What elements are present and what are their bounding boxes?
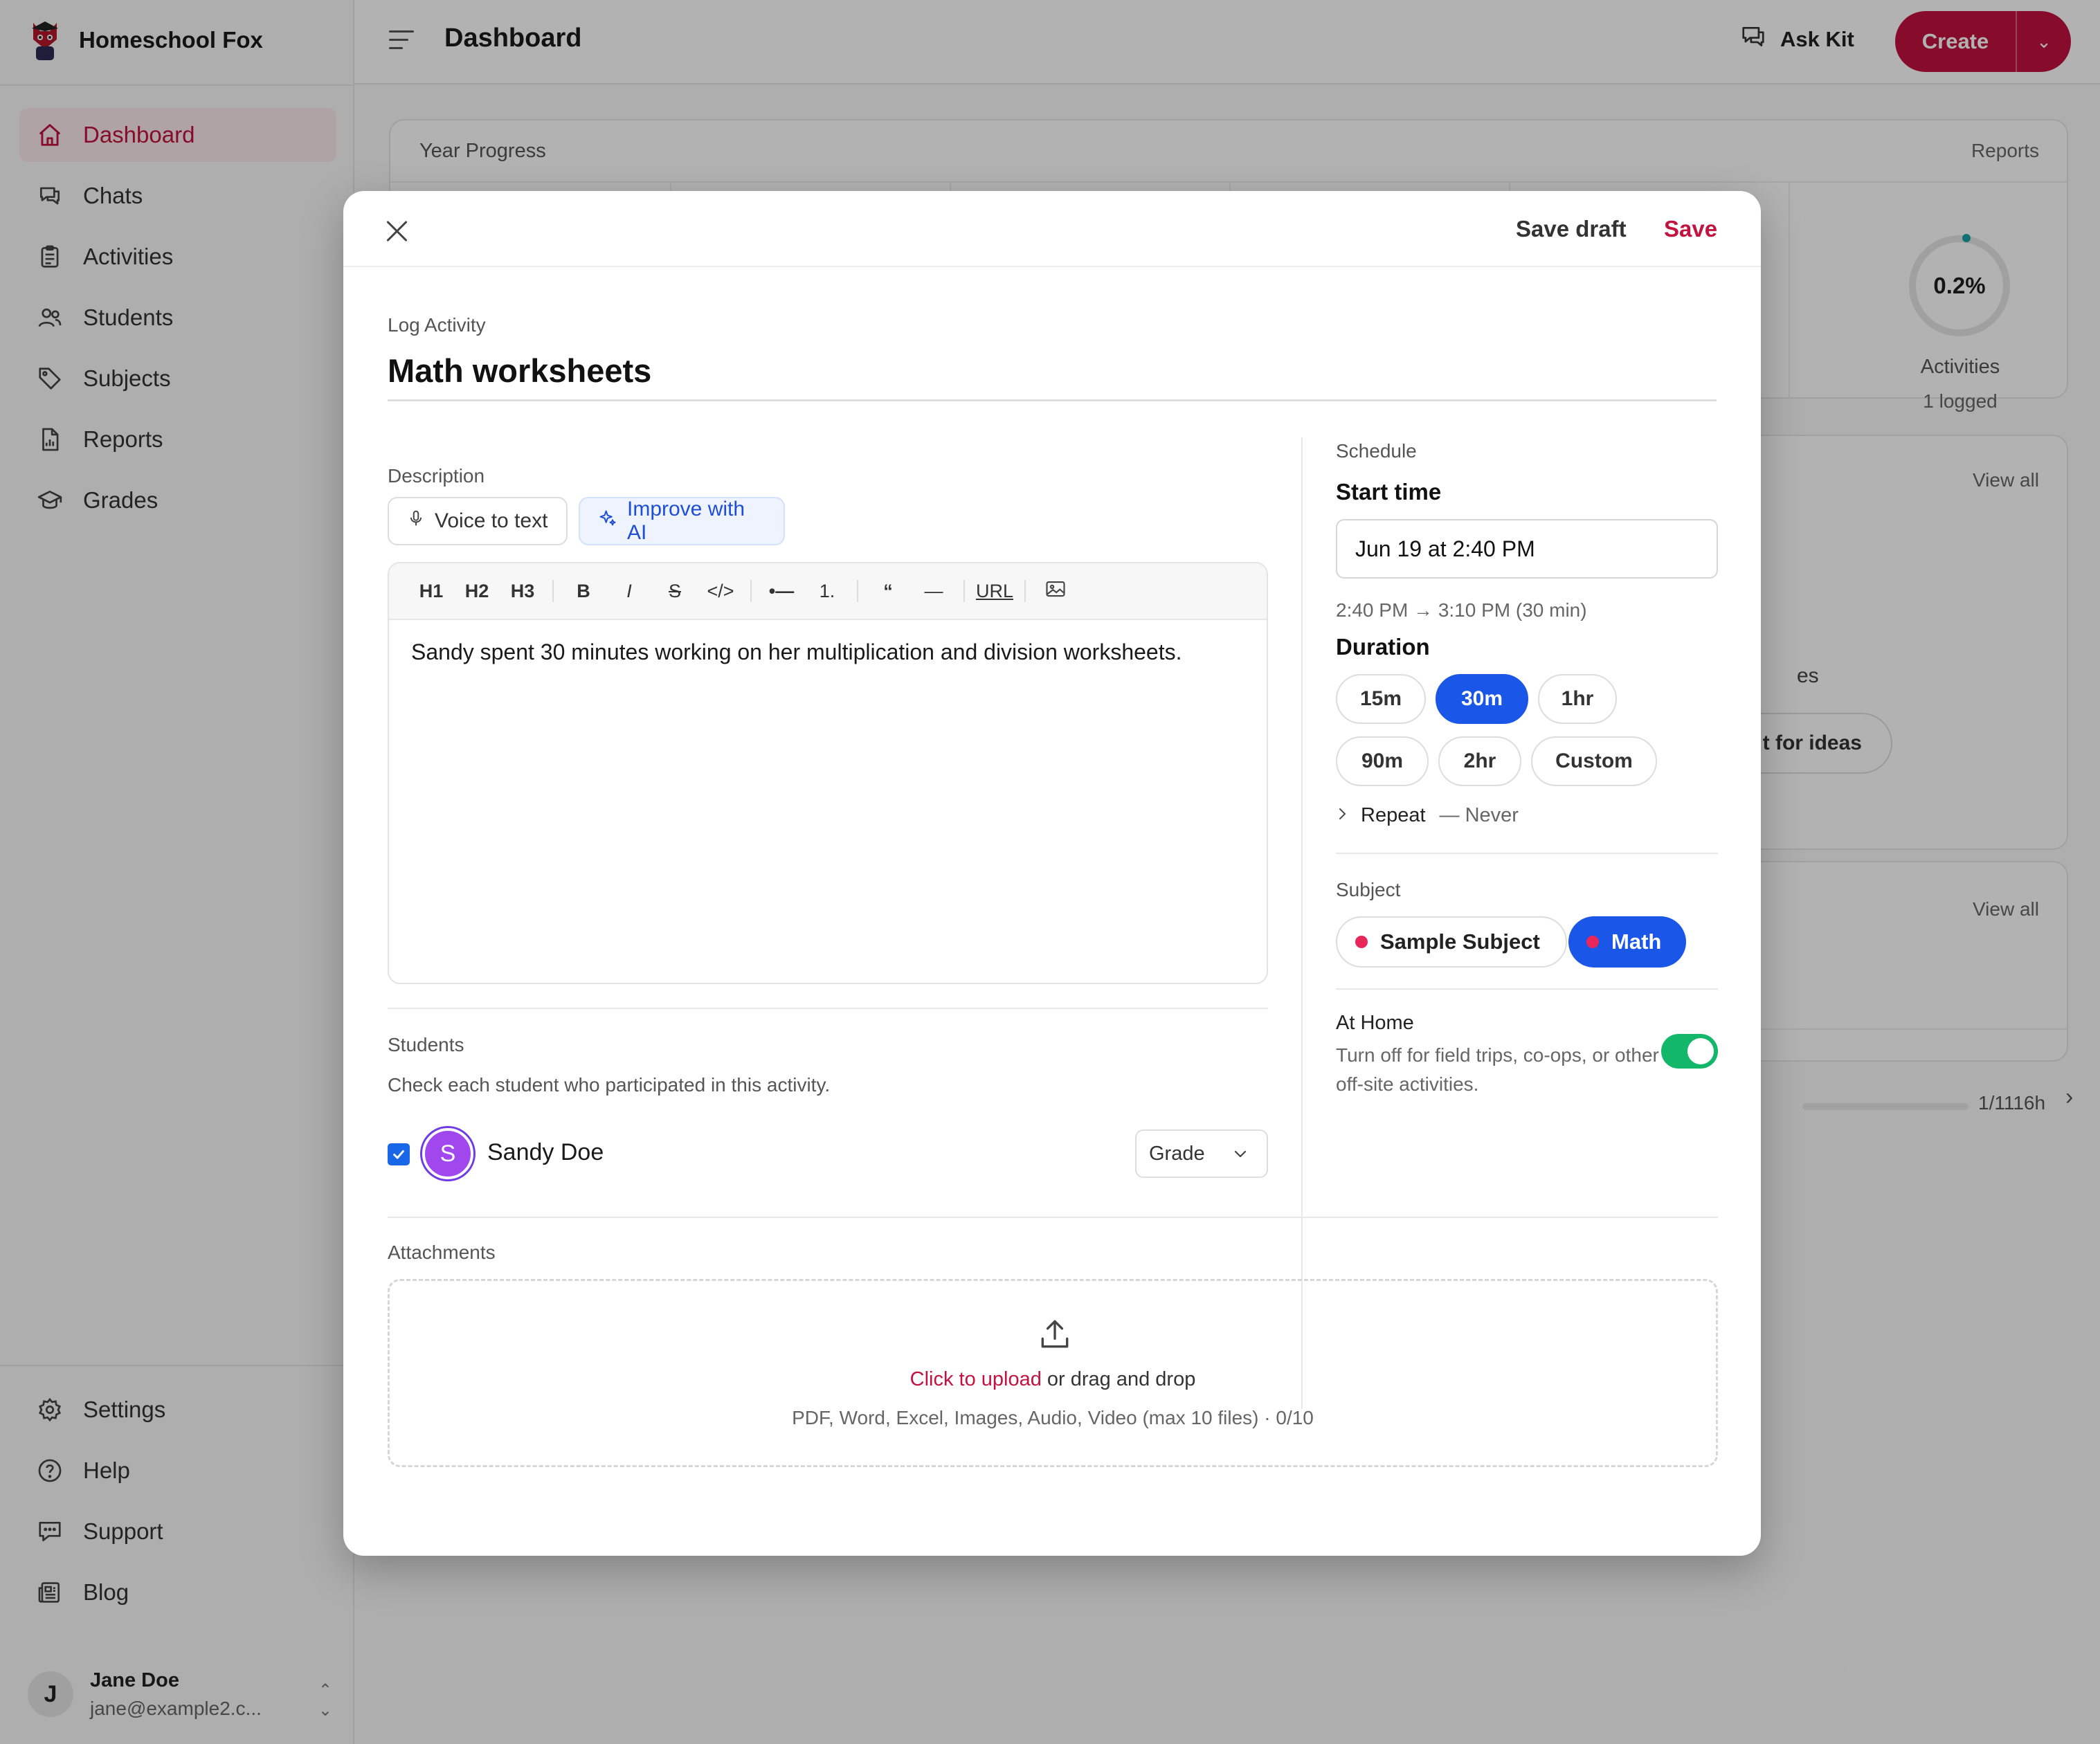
section-divider [1336, 853, 1718, 854]
duration-label: Duration [1336, 634, 1430, 660]
bold-button[interactable]: B [561, 581, 606, 602]
attachments-label: Attachments [388, 1242, 496, 1263]
upload-instructions-rest: or drag and drop [1041, 1368, 1196, 1390]
numbered-list-button[interactable]: 1. [804, 581, 850, 602]
student-name: Sandy Doe [487, 1139, 604, 1165]
at-home-help-text: Turn off for field trips, co-ops, or oth… [1336, 1044, 1659, 1095]
description-editor: H1 H2 H3 B I S </> •— 1. “ — URL Sandy s… [388, 562, 1268, 984]
horizontal-rule-button[interactable]: — [911, 581, 957, 602]
start-time-label: Start time [1336, 479, 1442, 505]
at-home-label: At Home [1336, 1012, 1414, 1034]
modal-kicker: Log Activity [388, 314, 486, 336]
heading1-button[interactable]: H1 [408, 581, 454, 602]
grade-select[interactable]: Grade [1135, 1129, 1268, 1178]
description-label: Description [388, 465, 485, 487]
link-button[interactable]: URL [972, 581, 1017, 602]
at-home-toggle[interactable] [1661, 1034, 1718, 1069]
description-text-area[interactable]: Sandy spent 30 minutes working on her mu… [389, 620, 1267, 684]
chevron-down-icon [1232, 1143, 1249, 1165]
subject-option-label: Math [1611, 929, 1662, 954]
editor-toolbar: H1 H2 H3 B I S </> •— 1. “ — URL [389, 563, 1267, 620]
repeat-toggle[interactable]: Repeat — Never [1337, 804, 1519, 827]
chevron-right-icon [1337, 804, 1347, 827]
close-icon[interactable] [383, 217, 411, 245]
code-button[interactable]: </> [698, 581, 743, 602]
toolbar-divider [1024, 580, 1026, 602]
toolbar-divider [750, 580, 752, 602]
students-label: Students [388, 1034, 464, 1055]
student-avatar: S [422, 1128, 473, 1179]
bullet-list-button[interactable]: •— [759, 581, 804, 602]
toggle-knob [1687, 1038, 1714, 1064]
duration-option-30m[interactable]: 30m [1436, 674, 1528, 724]
subject-color-dot [1355, 936, 1368, 948]
students-help-text: Check each student who participated in t… [388, 1074, 831, 1096]
improve-with-ai-label: Improve with AI [627, 498, 745, 544]
save-button[interactable]: Save [1664, 216, 1717, 242]
start-time-input[interactable]: Jun 19 at 2:40 PM [1336, 519, 1718, 579]
heading3-button[interactable]: H3 [500, 581, 545, 602]
modal-header-divider [343, 266, 1761, 267]
microphone-icon [407, 508, 425, 534]
subject-option-math[interactable]: Math [1568, 916, 1686, 968]
save-draft-button[interactable]: Save draft [1516, 216, 1627, 242]
section-divider [388, 1217, 1718, 1218]
section-divider [388, 1008, 1268, 1009]
click-to-upload-link[interactable]: Click to upload [910, 1368, 1042, 1390]
log-activity-modal: Save draft Save Log Activity Math worksh… [343, 191, 1761, 1556]
app-window: Homeschool Fox Dashboard Chats Activitie… [0, 0, 2100, 1744]
schedule-label: Schedule [1336, 440, 1417, 462]
duration-option-1hr[interactable]: 1hr [1538, 674, 1617, 724]
upload-icon [1038, 1317, 1072, 1352]
voice-to-text-label: Voice to text [435, 509, 548, 532]
upload-instructions: Click to upload or drag and drop [390, 1368, 1716, 1391]
duration-option-2hr[interactable]: 2hr [1438, 736, 1521, 786]
heading2-button[interactable]: H2 [454, 581, 500, 602]
time-range-text: 2:40 PM → 3:10 PM (30 min) [1336, 599, 1587, 621]
toolbar-divider [963, 580, 965, 602]
duration-option-custom[interactable]: Custom [1531, 736, 1657, 786]
upload-file-types: PDF, Word, Excel, Images, Audio, Video (… [792, 1407, 1314, 1428]
duration-option-90m[interactable]: 90m [1336, 736, 1429, 786]
image-icon[interactable] [1033, 580, 1078, 603]
repeat-label: Repeat [1361, 804, 1426, 826]
toolbar-divider [857, 580, 858, 602]
subject-color-dot [1586, 936, 1599, 948]
toolbar-divider [552, 580, 554, 602]
voice-to-text-button[interactable]: Voice to text [388, 497, 568, 545]
repeat-value: — Never [1439, 804, 1519, 826]
quote-button[interactable]: “ [865, 581, 911, 602]
duration-option-15m[interactable]: 15m [1336, 674, 1426, 724]
italic-button[interactable]: I [606, 581, 652, 602]
improve-with-ai-button[interactable]: Improve with AI [579, 497, 785, 545]
subject-label: Subject [1336, 879, 1401, 900]
section-divider [1336, 988, 1718, 990]
grade-select-value: Grade [1149, 1142, 1205, 1165]
activity-title-input[interactable]: Math worksheets [388, 352, 1717, 401]
subject-option-label: Sample Subject [1380, 929, 1540, 954]
strikethrough-button[interactable]: S [652, 581, 698, 602]
attachments-dropzone[interactable]: Click to upload or drag and drop PDF, Wo… [388, 1279, 1718, 1467]
sparkle-icon [598, 509, 617, 534]
subject-option-sample-subject[interactable]: Sample Subject [1336, 916, 1567, 968]
student-checkbox[interactable] [388, 1143, 410, 1165]
column-divider [1301, 437, 1303, 1409]
